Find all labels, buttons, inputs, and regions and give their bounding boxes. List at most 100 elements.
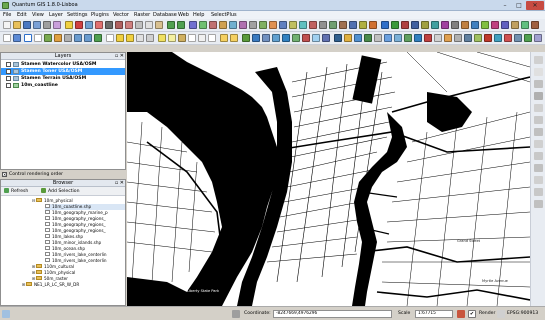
tool-icon-9[interactable] bbox=[534, 152, 543, 160]
tool-icon-12[interactable] bbox=[534, 188, 543, 196]
plugin-tool-icon-1[interactable] bbox=[444, 34, 452, 42]
tool-icon-7[interactable] bbox=[534, 128, 543, 136]
digitize-icon-16[interactable] bbox=[339, 21, 347, 29]
add-spatialite-layer-icon[interactable] bbox=[272, 34, 280, 42]
delete-selected-icon[interactable] bbox=[125, 21, 133, 29]
close-button[interactable]: ✕ bbox=[526, 1, 544, 10]
plugin-icon-8[interactable] bbox=[461, 21, 469, 29]
python-plugin-icon[interactable] bbox=[344, 34, 352, 42]
tile-icon[interactable] bbox=[414, 34, 422, 42]
deselect-icon[interactable] bbox=[126, 34, 134, 42]
save-project-icon[interactable] bbox=[23, 21, 31, 29]
digitize-icon-3[interactable] bbox=[209, 21, 217, 29]
new-bookmark-icon[interactable] bbox=[168, 34, 176, 42]
plugin-tool-icon-6[interactable] bbox=[504, 34, 512, 42]
plugin-icon-7[interactable] bbox=[451, 21, 459, 29]
plugin-icon-10[interactable] bbox=[481, 21, 489, 29]
crs-icon[interactable] bbox=[497, 310, 505, 318]
move-feature-icon[interactable] bbox=[105, 21, 113, 29]
plugin-icon-9[interactable] bbox=[471, 21, 479, 29]
digitize-icon-2[interactable] bbox=[199, 21, 207, 29]
text-annotation-icon[interactable] bbox=[188, 34, 196, 42]
add-wfs-layer-icon[interactable] bbox=[302, 34, 310, 42]
layer-item[interactable]: Stamen Watercolor USA/OSM bbox=[1, 61, 125, 68]
digitize-icon-4[interactable] bbox=[219, 21, 227, 29]
cut-features-icon[interactable] bbox=[135, 21, 143, 29]
python-console-icon[interactable] bbox=[381, 21, 389, 29]
crs-label[interactable]: EPSG:900913 bbox=[507, 311, 538, 316]
menu-vector[interactable]: Vector bbox=[113, 12, 129, 18]
plugin-tool-icon-8[interactable] bbox=[524, 34, 532, 42]
digitize-icon-11[interactable] bbox=[289, 21, 297, 29]
add-wcs-layer-icon[interactable] bbox=[292, 34, 300, 42]
python-icon[interactable] bbox=[334, 34, 342, 42]
print-composer-icon[interactable] bbox=[43, 21, 51, 29]
edit-pencil-icon[interactable] bbox=[65, 21, 73, 29]
zoom-to-selection-icon[interactable] bbox=[64, 34, 72, 42]
digitize-icon-15[interactable] bbox=[329, 21, 337, 29]
render-order-checkbox[interactable]: ✕ bbox=[2, 172, 7, 177]
tool-icon-5[interactable] bbox=[534, 104, 543, 112]
plugin-icon-11[interactable] bbox=[491, 21, 499, 29]
plugin-tool-icon-2[interactable] bbox=[454, 34, 462, 42]
add-vector-layer-icon[interactable] bbox=[242, 34, 250, 42]
pin-labels-icon[interactable] bbox=[230, 34, 238, 42]
menu-file[interactable]: File bbox=[3, 12, 11, 18]
plugin-tool-icon-3[interactable] bbox=[464, 34, 472, 42]
scale-combobox[interactable]: 1:67715 bbox=[415, 310, 453, 318]
table-manager-icon[interactable] bbox=[434, 34, 442, 42]
coordinate-toggle-icon[interactable] bbox=[232, 310, 240, 318]
zoom-to-layer-icon[interactable] bbox=[54, 34, 62, 42]
plugin-tool-icon-7[interactable] bbox=[514, 34, 522, 42]
add-raster-layer-icon[interactable] bbox=[252, 34, 260, 42]
geocode-icon[interactable] bbox=[394, 34, 402, 42]
digitize-icon-10[interactable] bbox=[279, 21, 287, 29]
openlayers-icon[interactable] bbox=[364, 34, 372, 42]
plugin-icon-15[interactable] bbox=[531, 21, 539, 29]
tree-folder-ne1[interactable]: ⊞ NE1_LR_LC_SR_W_DR bbox=[21, 282, 79, 288]
menu-plugins[interactable]: Plugins bbox=[91, 12, 109, 18]
zoom-last-icon[interactable] bbox=[74, 34, 82, 42]
open-project-icon[interactable] bbox=[13, 21, 21, 29]
control-rendering-order[interactable]: ✕ Control rendering order bbox=[0, 170, 126, 179]
plugin-tool-icon-4[interactable] bbox=[474, 34, 482, 42]
copy-features-icon[interactable] bbox=[145, 21, 153, 29]
plugin-tool-icon-9[interactable] bbox=[534, 34, 542, 42]
tool-icon-8[interactable] bbox=[534, 140, 543, 148]
digitize-icon-8[interactable] bbox=[259, 21, 267, 29]
zoom-in-icon[interactable] bbox=[24, 34, 32, 42]
new-shapefile-icon[interactable] bbox=[312, 34, 320, 42]
zoom-next-icon[interactable] bbox=[84, 34, 92, 42]
grass-icon[interactable] bbox=[384, 34, 392, 42]
layer-item[interactable]: Stamen Terrain USA/OSM bbox=[1, 75, 125, 82]
digitize-icon-17[interactable] bbox=[349, 21, 357, 29]
plugin-icon-13[interactable] bbox=[511, 21, 519, 29]
plugin-icon-4[interactable] bbox=[421, 21, 429, 29]
tool-icon-3[interactable] bbox=[534, 80, 543, 88]
plugin-icon-12[interactable] bbox=[501, 21, 509, 29]
digitize-icon-14[interactable] bbox=[319, 21, 327, 29]
menu-database[interactable]: Database bbox=[153, 12, 177, 18]
layer-checkbox[interactable] bbox=[6, 76, 11, 81]
menu-raster[interactable]: Raster bbox=[134, 12, 150, 18]
menu-layer[interactable]: Layer bbox=[49, 12, 63, 18]
plugin-icon-6[interactable] bbox=[441, 21, 449, 29]
tool-icon-10[interactable] bbox=[534, 164, 543, 172]
redo-icon[interactable] bbox=[177, 21, 185, 29]
coordinate-field[interactable]: -8247669,4976296 bbox=[273, 310, 392, 318]
pan-hand-icon[interactable] bbox=[3, 34, 11, 42]
layer-item-selected[interactable]: ✕ Stamen Toner USA/OSM bbox=[1, 68, 125, 75]
add-feature-icon[interactable] bbox=[95, 21, 103, 29]
plugin-icon-1[interactable] bbox=[391, 21, 399, 29]
composer-manager-icon[interactable] bbox=[53, 21, 61, 29]
zoom-full-icon[interactable] bbox=[44, 34, 52, 42]
form-annotation-icon[interactable] bbox=[198, 34, 206, 42]
show-bookmarks-icon[interactable] bbox=[178, 34, 186, 42]
undo-icon[interactable] bbox=[167, 21, 175, 29]
tool-icon-2[interactable] bbox=[534, 68, 543, 76]
layers-panel-controls[interactable]: ▫ ✕ bbox=[115, 53, 124, 60]
map-canvas[interactable]: Myrtle Avenue Grand Street Liberty State… bbox=[127, 52, 530, 306]
node-tool-icon[interactable] bbox=[115, 21, 123, 29]
digitize-icon-1[interactable] bbox=[189, 21, 197, 29]
add-postgis-layer-icon[interactable] bbox=[262, 34, 270, 42]
